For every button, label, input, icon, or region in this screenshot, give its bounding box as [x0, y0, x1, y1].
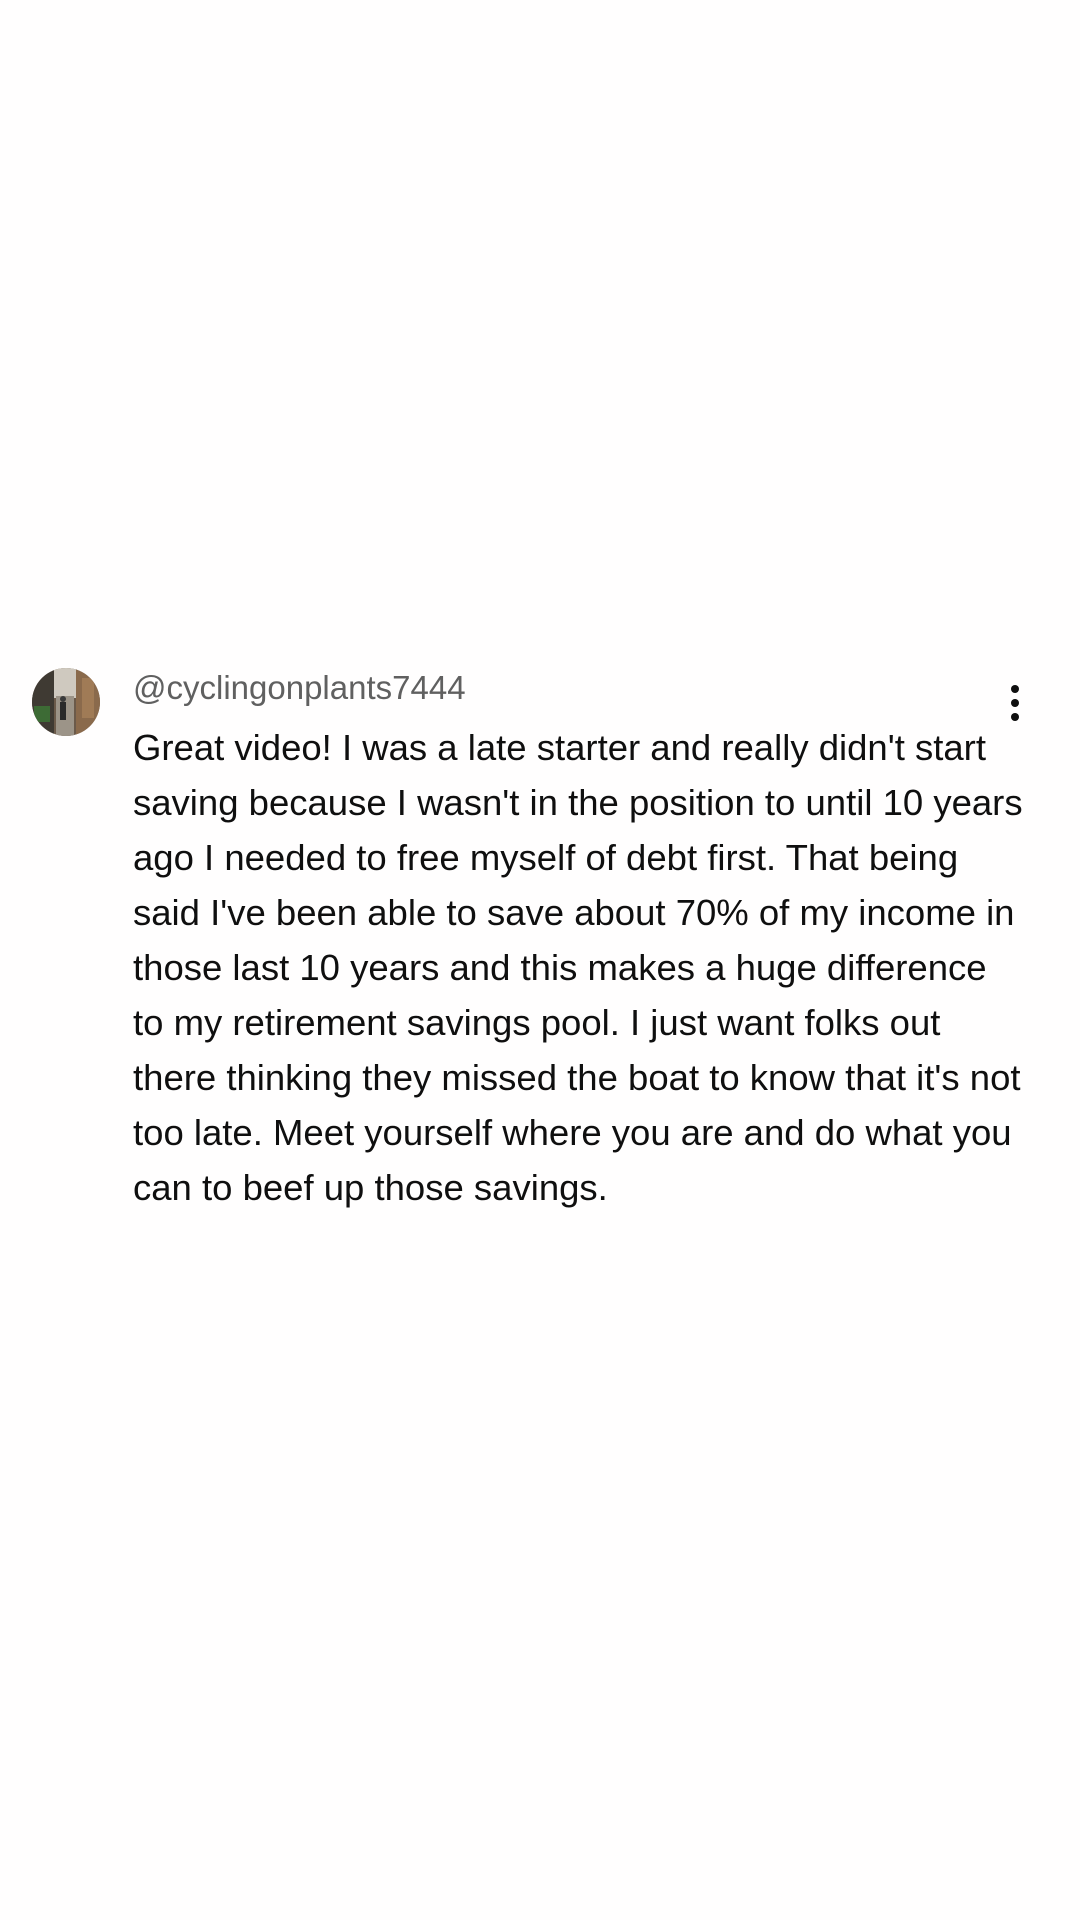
comment-menu-button[interactable] — [995, 678, 1035, 728]
avatar-photo-icon — [32, 668, 100, 736]
comment-text: Great video! I was a late starter and re… — [133, 727, 1023, 1208]
more-vertical-icon — [1011, 685, 1019, 721]
avatar[interactable] — [32, 668, 100, 736]
comment-thread-item: @cyclingonplants7444 Great video! I was … — [32, 668, 1048, 1268]
comment-author[interactable]: @cyclingonplants7444 — [133, 668, 466, 708]
